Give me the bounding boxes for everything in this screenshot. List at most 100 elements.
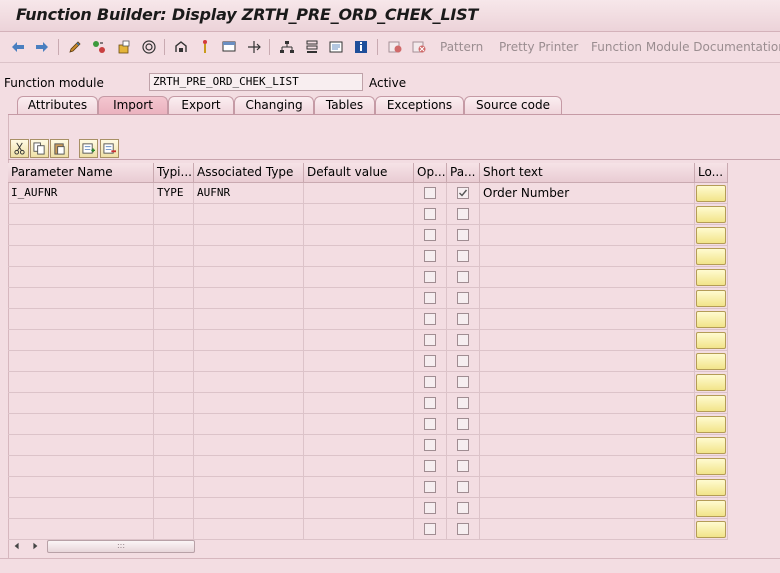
typing-cell[interactable] — [154, 225, 194, 246]
pass-value-checkbox[interactable] — [457, 481, 469, 493]
optional-cell[interactable] — [414, 456, 447, 477]
default-value-cell[interactable] — [304, 435, 414, 456]
optional-checkbox[interactable] — [424, 523, 436, 535]
other-object-icon[interactable] — [171, 37, 191, 57]
default-value-cell[interactable] — [304, 225, 414, 246]
long-text-cell[interactable] — [695, 267, 728, 288]
window-icon[interactable] — [326, 37, 346, 57]
optional-cell[interactable] — [414, 267, 447, 288]
optional-checkbox[interactable] — [424, 334, 436, 346]
tab-tables[interactable]: Tables — [314, 96, 375, 114]
associated-type-cell[interactable] — [194, 498, 304, 519]
pass-value-cell[interactable] — [447, 519, 480, 540]
default-value-cell[interactable] — [304, 456, 414, 477]
col-header-pass-value[interactable]: Pa... — [447, 163, 480, 183]
long-text-button[interactable] — [696, 248, 726, 265]
typing-cell[interactable] — [154, 267, 194, 288]
long-text-button[interactable] — [696, 206, 726, 223]
optional-cell[interactable] — [414, 288, 447, 309]
back-arrow-icon[interactable] — [8, 37, 28, 57]
optional-cell[interactable] — [414, 183, 447, 204]
short-text-cell[interactable] — [480, 309, 695, 330]
default-value-cell[interactable] — [304, 309, 414, 330]
display-object-list-icon[interactable] — [219, 37, 239, 57]
optional-cell[interactable] — [414, 330, 447, 351]
short-text-cell[interactable] — [480, 246, 695, 267]
scroll-left-icon[interactable] — [12, 541, 22, 551]
parameter-name-cell[interactable] — [8, 330, 154, 351]
scroll-right-icon[interactable] — [30, 541, 40, 551]
associated-type-cell[interactable] — [194, 288, 304, 309]
forward-arrow-icon[interactable] — [32, 37, 52, 57]
pass-value-checkbox[interactable] — [457, 460, 469, 472]
long-text-button[interactable] — [696, 311, 726, 328]
associated-type-cell[interactable] — [194, 267, 304, 288]
long-text-button[interactable] — [696, 458, 726, 475]
short-text-cell[interactable] — [480, 351, 695, 372]
pass-value-cell[interactable] — [447, 456, 480, 477]
navigate-icon[interactable] — [244, 37, 264, 57]
associated-type-cell[interactable] — [194, 351, 304, 372]
default-value-cell[interactable] — [304, 477, 414, 498]
short-text-cell[interactable] — [480, 519, 695, 540]
associated-type-cell[interactable] — [194, 246, 304, 267]
optional-cell[interactable] — [414, 393, 447, 414]
optional-cell[interactable] — [414, 435, 447, 456]
typing-cell[interactable] — [154, 309, 194, 330]
pass-value-checkbox[interactable] — [457, 313, 469, 325]
long-text-cell[interactable] — [695, 414, 728, 435]
parameter-name-cell[interactable] — [8, 309, 154, 330]
optional-cell[interactable] — [414, 246, 447, 267]
short-text-cell[interactable] — [480, 477, 695, 498]
stack-icon[interactable] — [302, 37, 322, 57]
pass-value-cell[interactable] — [447, 330, 480, 351]
long-text-button[interactable] — [696, 374, 726, 391]
pass-value-cell[interactable] — [447, 414, 480, 435]
short-text-cell[interactable] — [480, 393, 695, 414]
long-text-button[interactable] — [696, 185, 726, 202]
optional-checkbox[interactable] — [424, 439, 436, 451]
pass-value-checkbox[interactable] — [457, 355, 469, 367]
edit-pencil-icon[interactable] — [65, 37, 85, 57]
default-value-cell[interactable] — [304, 351, 414, 372]
associated-type-cell[interactable] — [194, 204, 304, 225]
pass-value-checkbox[interactable] — [457, 502, 469, 514]
short-text-cell[interactable] — [480, 372, 695, 393]
optional-checkbox[interactable] — [424, 355, 436, 367]
associated-type-cell[interactable] — [194, 309, 304, 330]
pass-value-cell[interactable] — [447, 498, 480, 519]
tab-source-code[interactable]: Source code — [464, 96, 562, 114]
long-text-button[interactable] — [696, 332, 726, 349]
pass-value-cell[interactable] — [447, 288, 480, 309]
associated-type-cell[interactable] — [194, 393, 304, 414]
default-value-cell[interactable] — [304, 183, 414, 204]
optional-checkbox[interactable] — [424, 313, 436, 325]
pass-value-checkbox[interactable] — [457, 229, 469, 241]
pass-value-cell[interactable] — [447, 393, 480, 414]
optional-checkbox[interactable] — [424, 271, 436, 283]
default-value-cell[interactable] — [304, 414, 414, 435]
long-text-cell[interactable] — [695, 246, 728, 267]
long-text-cell[interactable] — [695, 435, 728, 456]
long-text-button[interactable] — [696, 353, 726, 370]
activate-icon[interactable] — [114, 37, 134, 57]
typing-cell[interactable] — [154, 330, 194, 351]
where-used-icon[interactable] — [139, 37, 159, 57]
col-header-long-text[interactable]: Lo... — [695, 163, 728, 183]
short-text-cell[interactable] — [480, 225, 695, 246]
optional-checkbox[interactable] — [424, 481, 436, 493]
associated-type-cell[interactable]: AUFNR — [194, 183, 304, 204]
typing-cell[interactable] — [154, 477, 194, 498]
parameter-name-cell[interactable]: I_AUFNR — [8, 183, 154, 204]
parameter-name-cell[interactable] — [8, 519, 154, 540]
optional-checkbox[interactable] — [424, 502, 436, 514]
tab-changing[interactable]: Changing — [234, 96, 314, 114]
long-text-cell[interactable] — [695, 330, 728, 351]
delete-row-icon[interactable] — [100, 139, 119, 158]
optional-cell[interactable] — [414, 519, 447, 540]
default-value-cell[interactable] — [304, 498, 414, 519]
associated-type-cell[interactable] — [194, 477, 304, 498]
parameter-name-cell[interactable] — [8, 204, 154, 225]
pass-value-checkbox[interactable] — [457, 334, 469, 346]
check-icon[interactable] — [89, 37, 109, 57]
